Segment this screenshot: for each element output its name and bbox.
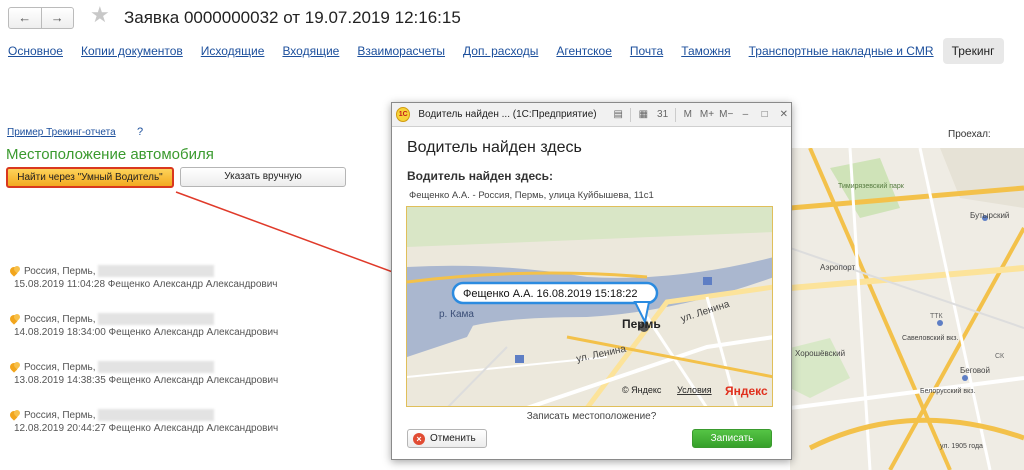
favorite-star-icon[interactable]: ★	[90, 4, 110, 26]
minimize-icon[interactable]: –	[738, 108, 752, 122]
map-label-street-1905: ул. 1905 года	[940, 443, 983, 450]
memory-minus-icon[interactable]: M−	[719, 108, 733, 122]
redacted-address	[97, 361, 214, 373]
tab-tracking[interactable]: Трекинг	[942, 38, 1004, 64]
list-item[interactable]: Россия, Пермь, 13.08.2019 14:38:35 Фещен…	[10, 360, 390, 408]
cancel-icon: ×	[413, 432, 425, 445]
cancel-button-label: Отменить	[430, 433, 476, 444]
record-place: Россия, Пермь,	[24, 409, 96, 421]
list-item[interactable]: Россия, Пермь, 15.08.2019 11:04:28 Фещен…	[10, 264, 390, 312]
location-pin-icon	[10, 362, 20, 372]
dialog-subheading: Водитель найден здесь:	[407, 169, 554, 183]
driver-found-dialog: 1С Водитель найден ... (1С:Предприятие) …	[391, 102, 792, 460]
tab-incoming[interactable]: Входящие	[282, 38, 339, 64]
map-label-sk: СК	[995, 353, 1005, 360]
record-date: 12.08.2019 20:44:27	[14, 423, 106, 434]
dialog-window-title: Водитель найден ... (1С:Предприятие)	[418, 109, 597, 120]
map-terms-link[interactable]: Условия	[677, 385, 712, 395]
history-nav: ← →	[8, 7, 74, 29]
tab-outgoing[interactable]: Исходящие	[201, 38, 265, 64]
record-driver: Фещенко Александр Александрович	[108, 327, 279, 338]
map-city-label: Пермь	[622, 317, 661, 331]
location-map[interactable]: Фещенко А.А. 16.08.2019 15:18:22 Пермь р…	[406, 206, 773, 407]
calendar-icon[interactable]: 31	[655, 108, 669, 122]
record-driver: Фещенко Александр Александрович	[107, 279, 278, 290]
tab-settlements[interactable]: Взаиморасчеты	[357, 38, 445, 64]
yandex-logo: Яндекс	[725, 384, 768, 398]
dialog-heading: Водитель найден здесь	[407, 139, 582, 156]
map-label-begovoy: Беговой	[960, 366, 990, 375]
tab-agency[interactable]: Агентское	[556, 38, 612, 64]
memory-icon[interactable]: M	[681, 108, 695, 122]
arrow-left-icon[interactable]: ←	[9, 8, 42, 28]
map-label-belorussky: Белорусский вкз.	[920, 387, 975, 395]
record-place: Россия, Пермь,	[24, 313, 96, 325]
list-item[interactable]: Россия, Пермь, 14.08.2019 18:34:00 Фещен…	[10, 312, 390, 360]
tab-customs[interactable]: Таможня	[681, 38, 730, 64]
location-pin-icon	[10, 410, 20, 420]
map-river-label: р. Кама	[439, 309, 474, 320]
record-date: 15.08.2019 11:04:28	[14, 279, 106, 290]
map-label-khoroshevsky: Хорошёвский	[795, 349, 845, 358]
record-place: Россия, Пермь,	[24, 361, 96, 373]
redacted-address	[97, 265, 214, 277]
location-map-graphic: Фещенко А.А. 16.08.2019 15:18:22 Пермь р…	[407, 207, 772, 406]
city-map-graphic: Тимирязевский парк Бутырский Аэропорт Са…	[790, 148, 1024, 470]
redacted-address	[97, 313, 214, 325]
help-icon[interactable]: ?	[137, 126, 143, 138]
map-copyright: © Яндекс	[622, 385, 662, 395]
record-date: 13.08.2019 14:38:35	[14, 375, 106, 386]
record-driver: Фещенко Александр Александрович	[108, 423, 279, 434]
location-pin-icon	[10, 266, 20, 276]
list-item[interactable]: Россия, Пермь, 12.08.2019 20:44:27 Фещен…	[10, 408, 390, 456]
print-icon[interactable]: ▤	[611, 108, 625, 122]
map-label-ttk: ТТК	[930, 313, 944, 320]
redacted-address	[97, 409, 214, 421]
record-date: 14.08.2019 18:34:00	[14, 327, 106, 338]
map-label-park: Тимирязевский парк	[838, 182, 905, 190]
tab-bar: Основное Копии документов Исходящие Вход…	[8, 38, 1022, 64]
map-label-savelovsky: Савеловский вкз.	[902, 334, 958, 342]
close-icon[interactable]: ✕	[777, 108, 791, 122]
location-pin-icon	[10, 314, 20, 324]
set-manually-button[interactable]: Указать вручную	[180, 167, 346, 187]
toolbar-divider	[674, 107, 676, 122]
traveled-label: Проехал:	[948, 129, 991, 140]
section-title: Местоположение автомобиля	[6, 146, 214, 163]
app-logo-icon: 1С	[396, 107, 411, 122]
map-driver-callout: Фещенко А.А. 16.08.2019 15:18:22	[463, 288, 637, 300]
tab-mail[interactable]: Почта	[630, 38, 663, 64]
driver-address: Фещенко А.А. - Россия, Пермь, улица Куйб…	[409, 190, 654, 201]
save-location-question: Записать местоположение?	[526, 411, 657, 422]
toolbar-divider	[630, 107, 632, 122]
map-label-airport: Аэропорт	[820, 263, 856, 272]
tab-extra-expenses[interactable]: Доп. расходы	[463, 38, 538, 64]
record-place: Россия, Пермь,	[24, 265, 96, 277]
memory-plus-icon[interactable]: M+	[700, 108, 714, 122]
calculator-icon[interactable]: ▦	[636, 108, 650, 122]
save-button[interactable]: Записать	[692, 429, 772, 448]
city-map[interactable]: Тимирязевский парк Бутырский Аэропорт Са…	[790, 148, 1024, 470]
arrow-right-icon[interactable]: →	[42, 8, 74, 28]
map-label-butyrsky: Бутырский	[970, 211, 1009, 220]
record-driver: Фещенко Александр Александрович	[108, 375, 279, 386]
page-title: Заявка 0000000032 от 19.07.2019 12:16:15	[124, 8, 461, 27]
location-history-list: Россия, Пермь, 15.08.2019 11:04:28 Фещен…	[10, 264, 390, 456]
cancel-button[interactable]: × Отменить	[407, 429, 487, 448]
tab-document-copies[interactable]: Копии документов	[81, 38, 183, 64]
find-smart-driver-button[interactable]: Найти через "Умный Водитель"	[6, 167, 174, 188]
tracking-report-example-link[interactable]: Пример Трекинг-отчета	[7, 127, 116, 138]
tab-main[interactable]: Основное	[8, 38, 63, 64]
dialog-titlebar[interactable]: 1С Водитель найден ... (1С:Предприятие) …	[392, 103, 791, 127]
maximize-icon[interactable]: □	[758, 108, 772, 122]
tab-waybills-cmr[interactable]: Транспортные накладные и CMR	[749, 38, 934, 64]
